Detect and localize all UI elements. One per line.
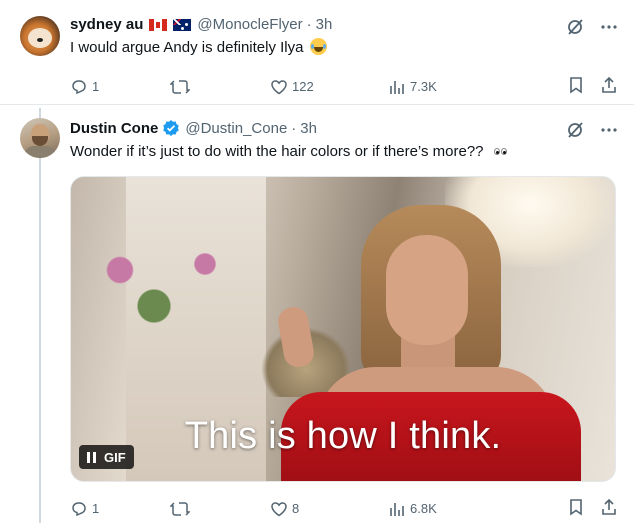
display-name[interactable]: sydney au — [70, 16, 143, 33]
user-handle[interactable]: @Dustin_Cone — [185, 120, 287, 137]
bookmark-icon[interactable] — [568, 498, 584, 519]
view-count: 6.8K — [410, 501, 437, 516]
avatar-beard — [32, 136, 48, 146]
verified-badge-icon[interactable] — [162, 119, 180, 137]
canada-flag-icon — [149, 18, 168, 31]
reply-icon — [72, 501, 86, 516]
tweet-header: Dustin Cone @Dustin_Cone · 3h — [70, 119, 317, 137]
more-icon[interactable] — [600, 18, 618, 41]
media-person-face — [386, 235, 468, 345]
like-count: 8 — [292, 501, 300, 516]
tweet-secondary-actions — [568, 498, 618, 519]
reply-button[interactable]: 1 — [70, 500, 170, 518]
like-icon — [271, 501, 287, 516]
more-icon[interactable] — [600, 121, 618, 144]
reply-icon — [72, 79, 86, 94]
view-count: 7.3K — [410, 79, 437, 94]
reply-count: 1 — [92, 79, 100, 94]
name-flags — [143, 18, 192, 31]
like-button[interactable]: 8 — [270, 500, 388, 518]
tweet-header: sydney au @MonocleFlyer · 3h — [70, 16, 332, 33]
reply-tweet-sydney[interactable]: sydney au @MonocleFlyer · 3h I would arg… — [0, 0, 634, 105]
tweet-text: I would argue Andy is definitely Ilya — [70, 38, 327, 56]
avatar[interactable] — [20, 118, 60, 158]
share-icon[interactable] — [600, 498, 618, 519]
user-handle[interactable]: @MonocleFlyer — [197, 16, 302, 33]
retweet-icon — [170, 79, 190, 94]
like-button[interactable]: 122 — [270, 78, 388, 96]
views-button[interactable]: 7.3K — [388, 78, 558, 96]
gif-label: GIF — [104, 449, 126, 465]
display-name[interactable]: Dustin Cone — [70, 120, 158, 137]
retweet-icon — [170, 501, 190, 516]
views-icon — [390, 80, 404, 94]
retweet-button[interactable] — [170, 78, 270, 96]
laughing-emoji-icon — [309, 38, 327, 55]
bookmark-icon[interactable] — [568, 76, 584, 97]
timestamp[interactable]: 3h — [300, 120, 317, 137]
pause-icon[interactable] — [87, 451, 96, 463]
gif-badge[interactable]: GIF — [79, 445, 134, 469]
tweet-secondary-actions — [568, 76, 618, 97]
like-count: 122 — [292, 79, 314, 94]
gif-media[interactable]: This is how I think. GIF — [70, 176, 616, 482]
tweet-top-actions — [566, 18, 618, 41]
share-icon[interactable] — [600, 76, 618, 97]
reply-button[interactable]: 1 — [70, 78, 170, 96]
like-icon — [271, 79, 287, 94]
eyes-emoji-icon — [493, 142, 508, 159]
tweet-text-content: Wonder if it’s just to do with the hair … — [70, 143, 484, 160]
media-flowers — [86, 222, 256, 342]
separator-dot: · — [306, 16, 312, 33]
tweet-action-bar: 1 122 7.3K — [70, 76, 618, 97]
tweet-top-actions — [566, 121, 618, 144]
avatar-shirt — [24, 146, 56, 158]
avatar[interactable] — [20, 16, 60, 56]
gif-caption: This is how I think. — [184, 415, 502, 457]
views-button[interactable]: 6.8K — [388, 500, 558, 518]
grok-icon[interactable] — [566, 121, 584, 144]
retweet-button[interactable] — [170, 500, 270, 518]
timestamp[interactable]: 3h — [316, 16, 333, 33]
reply-count: 1 — [92, 501, 100, 516]
australia-flag-icon — [173, 18, 192, 31]
grok-icon[interactable] — [566, 18, 584, 41]
separator-dot: · — [291, 119, 297, 137]
tweet-text: Wonder if it’s just to do with the hair … — [70, 142, 508, 160]
avatar-nose — [37, 38, 43, 42]
views-icon — [390, 502, 404, 516]
tweet-action-bar: 1 8 6.8K — [70, 498, 618, 519]
tweet-text-content: I would argue Andy is definitely Ilya — [70, 39, 304, 56]
